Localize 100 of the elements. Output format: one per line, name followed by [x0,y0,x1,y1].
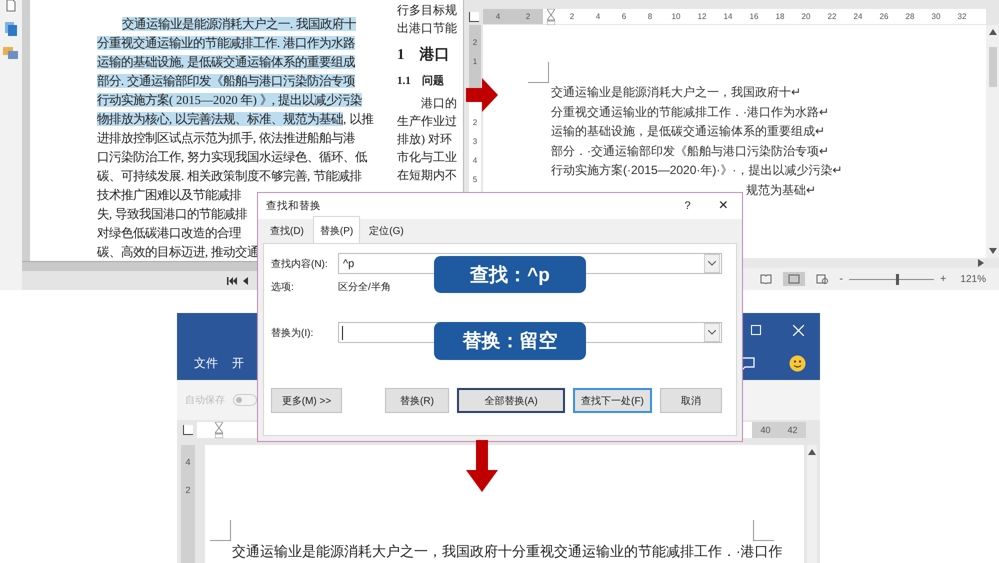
scroll-thumb[interactable] [989,46,997,86]
scroll-right-icon[interactable] [978,259,984,267]
document-icon[interactable] [4,22,18,37]
ruler-number: 42 [779,422,806,438]
paragraph-line: 交通运输业是能源消耗大户之一，我国政府十↵ [550,84,802,101]
ruler-number: 22 [826,12,838,21]
ruler-number: 2 [524,12,532,21]
paragraph-line: 碳、可持续发展. 相关政策制度不够完善, 节能减排 [97,168,362,185]
paragraph-line: 1.1 问题 [397,74,445,89]
paragraph-line: 规范为基础↵ [745,182,818,198]
dialog-tab[interactable]: 替换(P) [312,216,360,243]
paragraph-line: 物排放为核心, 以完善法规、标准、规范为基础, 以推 [97,111,374,128]
callout-label: 替换：留空 [434,322,586,360]
ruler-number: 28 [904,12,916,21]
print-view-button[interactable] [783,272,806,286]
options-value: 区分全/半角 [338,280,391,294]
ruler-number: 30 [930,12,942,21]
paragraph-line: 市化与工业 [397,149,458,166]
dialog-button[interactable]: 替换(R) [385,388,449,413]
paragraph-line: 技术推广困难以及节能减排 [97,187,241,204]
indent-marker-icon[interactable] [547,8,555,24]
ruler-number: 1 [472,56,478,67]
right-arrow-icon [466,78,498,112]
paragraph-line: 出港口节能 [397,20,458,37]
dropdown-button[interactable] [704,254,720,273]
slider-thumb[interactable] [896,274,899,284]
menu-tab[interactable]: 文件 [194,355,218,372]
smiley-icon[interactable] [789,355,806,372]
ruler-number: 32 [956,12,968,21]
paragraph-line: 行多目标规 [397,2,458,19]
scrollbar[interactable] [22,0,30,261]
dialog-tab[interactable]: 查找(D) [263,218,311,243]
scrollbar[interactable] [986,25,999,258]
paragraph-line: 在短期内不 [397,167,458,184]
margin-mark [528,62,549,83]
page-icon[interactable] [5,0,17,12]
paragraph-line: 口污染防治工作, 努力实现我国水运绿色、循环、低 [97,149,368,166]
first-page-icon[interactable] [227,276,237,284]
ruler-number: 14 [722,12,734,21]
ruler-number: 16 [748,12,760,21]
ruler-number: 24 [852,12,864,21]
zoom-out-button[interactable]: - [839,273,843,285]
zoom-level: 121% [960,274,986,284]
paragraph-line: 排放) 对环 [397,131,453,148]
chevron-down-icon [708,261,716,266]
ruler-number: 3 [472,136,478,147]
dialog-button[interactable]: 全部替换(A) [457,388,565,413]
autosave-label: 自动保存 [185,394,225,407]
scroll-up-icon[interactable] [989,29,997,35]
paragraph-line: 1 港口 [397,46,450,64]
ruler-number: 2 [472,117,478,128]
help-button[interactable]: ? [684,200,691,212]
ruler-number: 26 [878,12,890,21]
dialog-button[interactable]: 查找下一处(F) [573,388,652,413]
dialog-button[interactable]: 取消 [660,388,722,413]
ruler-number: 4 [472,155,478,166]
indent-marker-icon[interactable] [215,422,223,438]
paragraph-line: 失, 导致我国港口的节能减排 [97,206,248,223]
paragraph-line: 运输的基础设施，是低碳交通运输体系的重要组成↵ [550,123,826,140]
globe-page-icon [816,274,828,284]
ruler-number: 2 [185,485,190,495]
callout-label: 查找：^p [434,256,586,293]
scroll-down-icon[interactable] [989,248,997,254]
dropdown-button[interactable] [704,323,720,342]
zoom-in-button[interactable]: + [940,273,946,285]
ruler-number: 6 [620,12,628,21]
ruler-number: 8 [646,12,654,21]
ruler-number: 2 [472,37,478,48]
down-arrow-icon [466,440,498,492]
paragraph-line: 对绿色低碳港口改造的合理 [97,225,241,242]
ruler-number: 5 [472,174,478,185]
paragraph-line: 港口的 [420,95,458,112]
paragraph-line: 行动实施方案(·2015—2020·年)·》·，提出以减少污染↵ [550,162,844,179]
ruler-number: 2 [568,12,576,21]
paragraph-line: 交通运输业是能源消耗大户之一，我国政府十分重视交通运输业的节能减排工作．·港口作 [231,542,784,561]
menu-tab[interactable]: 开 [232,355,244,372]
book-icon [760,274,772,284]
more-button[interactable]: 更多(M) >> [271,388,342,413]
ruler-number: 10 [670,12,682,21]
dialog-tab[interactable]: 定位(G) [362,218,411,243]
ruler-number: 18 [774,12,786,21]
ruler-number: 4 [594,12,602,21]
options-label: 选项: [271,280,295,294]
ruler-number: 12 [696,12,708,21]
tab-stop-button[interactable] [183,425,193,435]
folder-icon[interactable] [3,47,19,60]
page-icon [788,274,800,284]
paragraph-line: 进排放控制区试点示范为抓手, 依法推进船舶与港 [97,130,356,147]
close-button[interactable]: × [718,197,728,215]
tab-stop-button[interactable] [469,12,479,22]
ruler-number: 20 [800,12,812,21]
previous-icon[interactable] [243,276,248,284]
scroll-up-icon[interactable] [808,449,816,455]
scrollbar[interactable] [807,445,817,563]
field-label: 替换为(I): [271,326,314,340]
maximize-icon[interactable] [751,325,761,335]
close-icon[interactable] [793,324,804,336]
paragraph-line: 部分．·交通运输部印发《船舶与港口污染防治专项↵ [550,142,830,160]
margin-mark [753,520,774,541]
chevron-down-icon [708,330,716,335]
